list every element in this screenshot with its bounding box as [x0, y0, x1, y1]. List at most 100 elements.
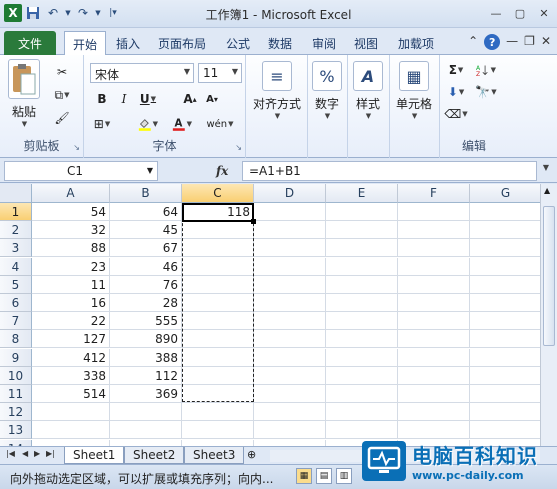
number-button[interactable]: % 数字 ▼: [312, 61, 342, 120]
cell[interactable]: [326, 203, 398, 221]
row-header[interactable]: 6: [0, 294, 32, 312]
cut-icon[interactable]: ✂: [52, 63, 72, 81]
tab-home[interactable]: 开始: [64, 31, 107, 56]
tab-data[interactable]: 数据: [260, 31, 300, 55]
format-painter-icon[interactable]: 🖌: [52, 109, 72, 127]
tab-file[interactable]: 文件: [4, 31, 56, 55]
formula-input[interactable]: =A1+B1: [242, 161, 537, 181]
cell[interactable]: [398, 385, 470, 403]
next-sheet-icon[interactable]: ▶: [34, 449, 40, 458]
tab-addins[interactable]: 加载项: [390, 31, 442, 55]
cell[interactable]: [254, 257, 326, 276]
cell[interactable]: [182, 403, 254, 422]
doc-close-icon[interactable]: ✕: [541, 34, 551, 50]
row-header[interactable]: 5: [0, 275, 32, 294]
cell[interactable]: [470, 203, 540, 221]
font-name-select[interactable]: 宋体 ▼: [90, 63, 194, 83]
cell[interactable]: [110, 421, 182, 440]
row-header[interactable]: 9: [0, 348, 32, 367]
paste-dropdown-icon[interactable]: ▼: [22, 120, 27, 128]
cell[interactable]: 32: [32, 221, 110, 240]
col-header-c[interactable]: C: [182, 184, 254, 203]
cell[interactable]: [254, 312, 326, 331]
cell[interactable]: [470, 312, 540, 331]
row-header[interactable]: 12: [0, 403, 32, 422]
cell[interactable]: 76: [110, 275, 182, 294]
cell[interactable]: [398, 294, 470, 312]
fill-handle[interactable]: [251, 219, 256, 224]
italic-icon[interactable]: I: [114, 90, 134, 108]
cell[interactable]: 64: [110, 203, 182, 221]
doc-minimize-icon[interactable]: —: [506, 34, 518, 50]
cell[interactable]: [398, 366, 470, 385]
col-header-d[interactable]: D: [254, 184, 326, 203]
tab-formulas[interactable]: 公式: [218, 31, 258, 55]
col-header-f[interactable]: F: [398, 184, 470, 203]
cell[interactable]: [326, 366, 398, 385]
row-header[interactable]: 1: [0, 203, 32, 221]
worksheet-grid[interactable]: A B C D E F G 1 54 64 118 2 32 45 3 88 67 4 23 46 5 11…: [0, 184, 540, 446]
cell[interactable]: 388: [110, 348, 182, 367]
cell[interactable]: 16: [32, 294, 110, 312]
cell[interactable]: 28: [110, 294, 182, 312]
cell[interactable]: [254, 366, 326, 385]
shrink-font-icon[interactable]: A ▾: [202, 90, 222, 108]
normal-view-icon[interactable]: ▦: [296, 468, 312, 484]
bold-icon[interactable]: B: [92, 90, 112, 108]
first-sheet-icon[interactable]: |◀: [6, 449, 15, 458]
doc-restore-icon[interactable]: ❐: [524, 34, 535, 50]
cell[interactable]: 11: [32, 275, 110, 294]
scroll-up-icon[interactable]: ▲: [544, 186, 550, 195]
cell[interactable]: [254, 421, 326, 440]
font-color-icon[interactable]: A ▼: [172, 115, 192, 133]
grow-font-icon[interactable]: A ▴: [180, 90, 200, 108]
page-break-view-icon[interactable]: ▥: [336, 468, 352, 484]
font-launcher-icon[interactable]: ↘: [235, 143, 242, 152]
cell[interactable]: 54: [32, 203, 110, 221]
cell[interactable]: 555: [110, 312, 182, 331]
cell[interactable]: [326, 403, 398, 422]
autosum-icon[interactable]: Σ ▼: [446, 61, 466, 79]
tab-insert[interactable]: 插入: [108, 31, 148, 55]
close-icon[interactable]: ✕: [535, 5, 553, 21]
find-select-icon[interactable]: 🔭 ▼: [475, 83, 496, 101]
col-header-b[interactable]: B: [110, 184, 182, 203]
clear-icon[interactable]: ⌫ ▼: [444, 105, 467, 123]
cell[interactable]: 369: [110, 385, 182, 403]
cell[interactable]: [326, 275, 398, 294]
cell[interactable]: [254, 239, 326, 258]
cell[interactable]: [254, 275, 326, 294]
cell[interactable]: [398, 257, 470, 276]
cell[interactable]: [326, 221, 398, 240]
styles-button[interactable]: A 样式 ▼: [353, 61, 383, 120]
cell[interactable]: [398, 221, 470, 240]
cell[interactable]: [470, 239, 540, 258]
tab-view[interactable]: 视图: [346, 31, 386, 55]
cell[interactable]: 118: [182, 203, 254, 221]
cell[interactable]: [254, 330, 326, 349]
last-sheet-icon[interactable]: ▶|: [46, 449, 55, 458]
cell[interactable]: [326, 348, 398, 367]
cell[interactable]: [182, 294, 254, 312]
row-header[interactable]: 13: [0, 421, 32, 440]
cell[interactable]: [326, 312, 398, 331]
cell[interactable]: [398, 312, 470, 331]
prev-sheet-icon[interactable]: ◀: [22, 449, 28, 458]
cell[interactable]: [470, 403, 540, 422]
cell[interactable]: [182, 330, 254, 349]
row-header[interactable]: 8: [0, 330, 32, 349]
page-layout-view-icon[interactable]: ▤: [316, 468, 332, 484]
row-header[interactable]: 10: [0, 366, 32, 385]
fill-icon[interactable]: ⬇ ▼: [446, 83, 466, 101]
cell[interactable]: 23: [32, 257, 110, 276]
cell[interactable]: [326, 257, 398, 276]
sheet-tab-1[interactable]: Sheet1: [64, 447, 125, 464]
cell[interactable]: 88: [32, 239, 110, 258]
cell[interactable]: [470, 221, 540, 240]
tab-page-layout[interactable]: 页面布局: [150, 31, 214, 55]
cell[interactable]: 45: [110, 221, 182, 240]
row-header[interactable]: 11: [0, 385, 32, 403]
cell[interactable]: [470, 258, 540, 276]
sort-filter-icon[interactable]: A Z ▼: [476, 61, 496, 79]
cell[interactable]: [182, 312, 254, 331]
